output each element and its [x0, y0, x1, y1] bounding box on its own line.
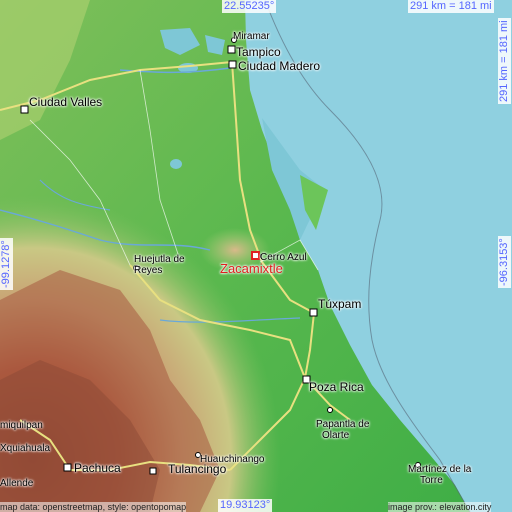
place-label-miquilpan: miquilpan — [0, 420, 43, 431]
marker-pachuca — [63, 463, 72, 472]
place-label-tampico: Tampico — [236, 45, 281, 59]
place-label-tuxpam: Túxpam — [318, 297, 362, 311]
place-label-huejutla-2: Reyes — [134, 265, 163, 276]
place-label-ciudad-madero: Ciudad Madero — [238, 59, 321, 73]
lat-north-label: 22.55235° — [222, 0, 277, 13]
place-label-poza-rica: Poza Rica — [309, 380, 364, 394]
place-label-tulancingo: Tulancingo — [168, 462, 227, 476]
lon-west-label: -99.1278° — [0, 238, 13, 290]
place-label-xquiahuala: Xquiahuala — [0, 443, 51, 454]
lon-east-label: -96.3153° — [498, 236, 511, 288]
marker-ciudad-valles — [20, 105, 29, 114]
place-label-martinez-1: Martínez de la — [408, 464, 472, 475]
target-label: Zacamixtle — [220, 261, 283, 276]
place-label-pachuca: Pachuca — [74, 461, 121, 475]
scale-top-label: 291 km = 181 mi — [408, 0, 494, 13]
place-label-papantla-2: Olarte — [322, 430, 350, 441]
credit-left: map data: openstreetmap, style: opentopo… — [0, 502, 187, 512]
lat-south-label: 19.93123° — [218, 499, 273, 512]
marker-tuxpam — [309, 308, 318, 317]
credit-right: image prov.: elevation.city — [388, 502, 492, 512]
place-label-papantla-1: Papantla de — [316, 419, 370, 430]
place-label-miramar: Miramar — [233, 31, 270, 42]
place-label-ciudad-valles: Ciudad Valles — [29, 95, 103, 109]
marker-ciudad-madero — [228, 60, 237, 69]
target-marker — [251, 251, 260, 260]
place-label-huejutla-1: Huejutla de — [134, 254, 185, 265]
scale-right-label: 291 km = 181 mi — [498, 18, 511, 104]
elevation-map: 22.55235° 291 km = 181 mi 19.93123° -99.… — [0, 0, 512, 512]
marker-tulancingo — [149, 467, 157, 475]
place-label-allende: Allende — [0, 478, 34, 489]
marker-tampico — [227, 45, 236, 54]
place-label-martinez-2: Torre — [420, 475, 443, 486]
terrain-layer — [0, 0, 512, 512]
